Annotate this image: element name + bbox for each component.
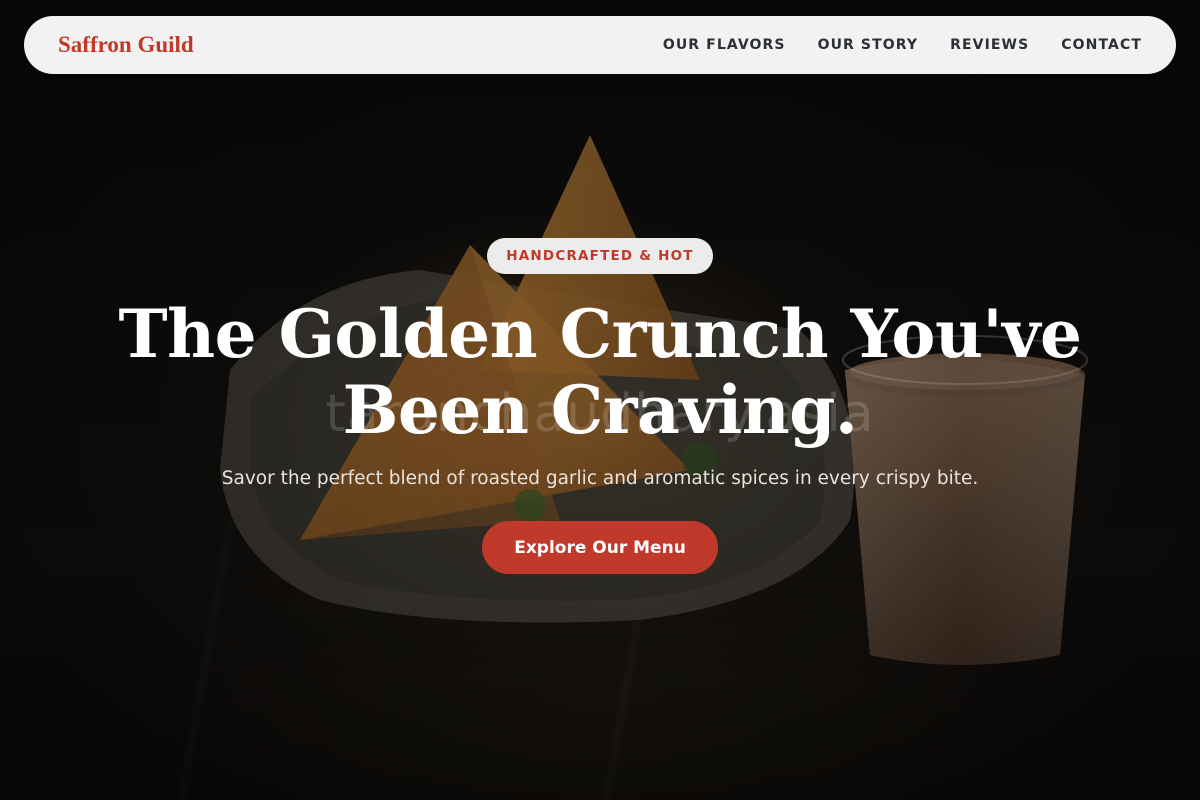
top-navbar: Saffron Guild OUR FLAVORS OUR STORY REVI… (24, 16, 1176, 74)
hero-subtitle: Savor the perfect blend of roasted garli… (221, 468, 979, 489)
nav-link-our-story[interactable]: OUR STORY (818, 37, 919, 53)
explore-menu-button[interactable]: Explore Our Menu (482, 521, 718, 574)
nav-link-contact[interactable]: CONTACT (1061, 37, 1142, 53)
nav-links: OUR FLAVORS OUR STORY REVIEWS CONTACT (663, 37, 1142, 53)
nav-link-our-flavors[interactable]: OUR FLAVORS (663, 37, 786, 53)
hero-content: tarunchaudhary.asia HANDCRAFTED & HOT Th… (0, 0, 1200, 800)
image-watermark: tarunchaudhary.asia (325, 384, 875, 444)
hero-badge: HANDCRAFTED & HOT (487, 238, 713, 274)
hero-headline-line-1: The Golden Crunch You've (118, 295, 1082, 373)
nav-link-reviews[interactable]: REVIEWS (950, 37, 1029, 53)
brand-logo[interactable]: Saffron Guild (58, 32, 194, 58)
